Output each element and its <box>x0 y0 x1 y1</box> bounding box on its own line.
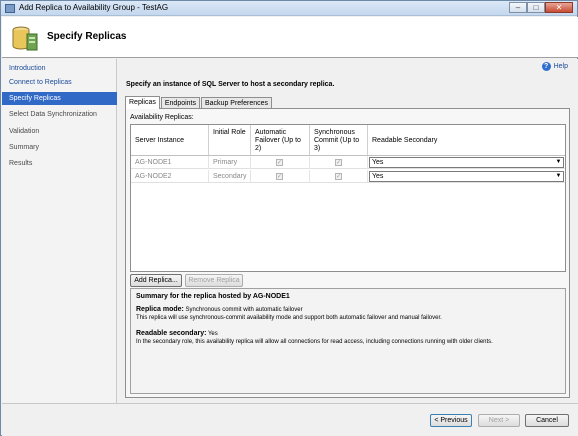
sidebar-item-results: Results <box>9 160 33 167</box>
synchronous-commit-cell: ✓ <box>310 170 368 183</box>
page-title: Specify Replicas <box>47 31 127 42</box>
replica-mode-description: This replica will use synchronous-commit… <box>136 315 442 321</box>
synchronous-commit-checkbox[interactable]: ✓ <box>335 173 342 180</box>
sidebar-item-specify-replicas[interactable]: Specify Replicas <box>2 92 117 105</box>
help-icon: ? <box>541 62 551 71</box>
replica-summary-panel: Summary for the replica hosted by AG-NOD… <box>130 288 566 394</box>
wizard-footer: < Previous Next > Cancel <box>2 403 578 436</box>
help-label: Help <box>553 63 568 70</box>
title-bar: Add Replica to Availability Group - Test… <box>1 1 577 16</box>
column-header-initial-role[interactable]: Initial Role <box>209 125 251 156</box>
server-instance-cell: AG-NODE1 <box>131 156 209 169</box>
chevron-down-icon[interactable]: ▼ <box>554 172 563 181</box>
automatic-failover-cell: ✓ <box>251 156 310 169</box>
wizard-content: ? Help Specify an instance of SQL Server… <box>118 59 578 403</box>
summary-title: Summary for the replica hosted by AG-NOD… <box>136 293 290 300</box>
remove-replica-button[interactable]: Remove Replica <box>185 274 243 287</box>
readable-secondary-value: Yes <box>372 173 384 180</box>
help-link[interactable]: ? Help <box>541 62 568 71</box>
server-instance-cell: AG-NODE2 <box>131 170 209 183</box>
replicas-tab-panel: Availability Replicas: Server Instance I… <box>125 108 570 398</box>
readable-secondary-value: Yes <box>372 159 384 166</box>
wizard-window: Add Replica to Availability Group - Test… <box>0 0 578 436</box>
tab-replicas[interactable]: Replicas <box>125 96 160 109</box>
maximize-button[interactable]: □ <box>527 2 545 13</box>
automatic-failover-cell: ✓ <box>251 170 310 183</box>
sidebar-item-connect-to-replicas[interactable]: Connect to Replicas <box>2 76 117 89</box>
next-button[interactable]: Next > <box>478 414 520 427</box>
readable-secondary-description: In the secondary role, this availability… <box>136 339 493 345</box>
column-header-readable-secondary[interactable]: Readable Secondary <box>368 125 565 156</box>
app-icon <box>5 4 15 13</box>
table-row[interactable]: AG-NODE1 Primary ✓ ✓ Yes ▼ <box>131 156 565 169</box>
replica-mode-label: Replica mode: <box>136 306 184 313</box>
column-header-server-instance[interactable]: Server Instance <box>131 125 209 156</box>
automatic-failover-checkbox[interactable]: ✓ <box>276 173 283 180</box>
availability-replicas-label: Availability Replicas: <box>130 114 194 121</box>
window-controls: – □ ✕ <box>509 2 573 14</box>
sidebar-item-introduction[interactable]: Introduction <box>2 62 117 75</box>
readable-secondary-line: Readable secondary: Yes <box>136 330 218 337</box>
automatic-failover-checkbox[interactable]: ✓ <box>276 159 283 166</box>
initial-role-cell: Secondary <box>209 170 251 183</box>
synchronous-commit-checkbox[interactable]: ✓ <box>335 159 342 166</box>
instruction-text: Specify an instance of SQL Server to hos… <box>126 81 335 88</box>
column-header-automatic-failover[interactable]: Automatic Failover (Up to 2) <box>251 125 310 156</box>
readable-secondary-summary-value: Yes <box>207 331 218 337</box>
chevron-down-icon[interactable]: ▼ <box>554 158 563 167</box>
cancel-button[interactable]: Cancel <box>525 414 569 427</box>
window-title: Add Replica to Availability Group - Test… <box>19 3 169 12</box>
column-header-synchronous-commit[interactable]: Synchronous Commit (Up to 3) <box>310 125 368 156</box>
synchronous-commit-cell: ✓ <box>310 156 368 169</box>
readable-secondary-dropdown[interactable]: Yes ▼ <box>369 171 564 182</box>
sidebar-item-select-data-synchronization: Select Data Synchronization <box>9 111 97 118</box>
previous-button[interactable]: < Previous <box>430 414 472 427</box>
readable-secondary-label: Readable secondary: <box>136 330 207 337</box>
wizard-header: Specify Replicas <box>2 17 578 58</box>
replica-mode-line: Replica mode: Synchronous commit with au… <box>136 306 303 313</box>
replicas-grid: Server Instance Initial Role Automatic F… <box>130 124 566 272</box>
readable-secondary-dropdown[interactable]: Yes ▼ <box>369 157 564 168</box>
database-icon <box>12 26 38 51</box>
add-replica-button[interactable]: Add Replica... <box>130 274 182 287</box>
sidebar-item-summary: Summary <box>9 144 39 151</box>
minimize-button[interactable]: – <box>509 2 527 13</box>
initial-role-cell: Primary <box>209 156 251 169</box>
table-row[interactable]: AG-NODE2 Secondary ✓ ✓ Yes ▼ <box>131 170 565 183</box>
sidebar-item-validation: Validation <box>9 128 40 135</box>
replica-mode-value: Synchronous commit with automatic failov… <box>185 307 303 313</box>
close-button[interactable]: ✕ <box>545 2 573 13</box>
wizard-sidebar: Introduction Connect to Replicas Specify… <box>2 59 117 403</box>
